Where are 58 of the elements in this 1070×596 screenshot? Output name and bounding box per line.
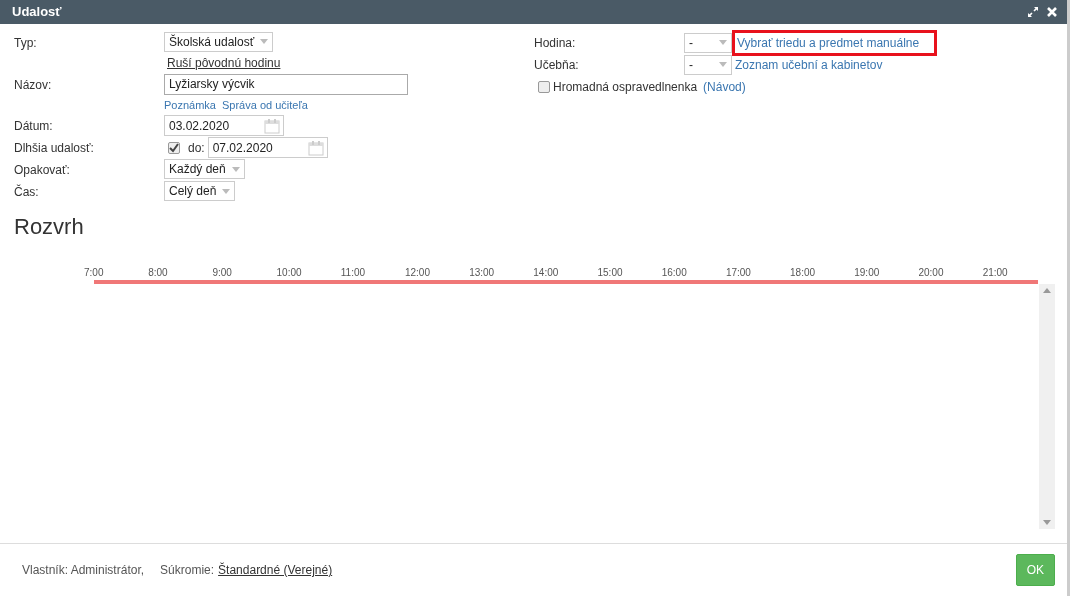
hour-label: 14:00 (533, 266, 560, 281)
underlined-link[interactable]: Ruší pôvodnú hodinu (167, 53, 285, 72)
field-label: Hodina: (534, 34, 577, 52)
field-label: Dátum: (14, 118, 54, 136)
field-label: Opakovať: (14, 162, 71, 180)
caret-icon (222, 188, 231, 194)
close-icon[interactable] (1047, 6, 1057, 17)
hour-label: 13:00 (469, 266, 496, 281)
field-label: Dlhšia udalosť: (14, 140, 95, 158)
dropdown[interactable]: Školská udalosť (164, 31, 274, 52)
field-label: Názov: (14, 76, 53, 94)
hour-label: 19:00 (854, 266, 881, 281)
field-label: Typ: (14, 34, 38, 52)
help-link[interactable]: (Návod) (703, 77, 746, 96)
dropdown[interactable]: Každý deň (164, 159, 245, 180)
link[interactable]: Správa od učiteľa (222, 96, 308, 114)
expand-icon[interactable] (1028, 6, 1038, 17)
scrollbar[interactable] (1039, 284, 1055, 529)
hour-label: 10:00 (276, 266, 303, 281)
date-field[interactable]: 03.02.2020 (164, 115, 284, 137)
scroll-up-icon[interactable] (1043, 288, 1051, 294)
field-label: Súkromie: (160, 562, 215, 579)
caret-icon (719, 40, 727, 46)
owner-text: Vlastník: Administrátor, (22, 562, 145, 579)
field-label: Čas: (14, 183, 40, 202)
dropdown[interactable]: Celý deň (164, 181, 236, 202)
hour-label: 16:00 (661, 266, 688, 281)
field-label: do: (188, 139, 205, 157)
caret-icon (260, 39, 269, 45)
hour-label: 12:00 (404, 266, 431, 281)
scroll-down-icon[interactable] (1043, 520, 1051, 525)
text-field[interactable]: Lyžiarsky výcvik (164, 73, 408, 95)
underlined-link[interactable]: Štandardné (Verejné) (218, 561, 336, 579)
date-field[interactable]: 07.02.2020 (207, 137, 328, 159)
link[interactable]: Zoznam učební a kabinetov (735, 55, 883, 74)
section-heading: Rozvrh (13, 213, 85, 242)
dropdown[interactable]: - (684, 54, 732, 75)
hour-label: 18:00 (790, 266, 817, 281)
hour-label: 15:00 (597, 266, 624, 281)
window-title: Udalosť (12, 3, 63, 22)
calendar-icon[interactable] (264, 117, 280, 134)
link[interactable]: Poznámka (164, 96, 216, 114)
hour-label: 9:00 (212, 266, 233, 281)
caret-icon (719, 62, 727, 68)
checkbox-label: Hromadná ospravedlnenka (553, 78, 698, 96)
hour-label: 7:00 (84, 266, 105, 281)
hour-label: 8:00 (148, 266, 169, 281)
hour-label: 17:00 (725, 266, 752, 281)
field-label: Učebňa: (534, 56, 580, 74)
hour-label: 20:00 (918, 266, 945, 281)
dropdown[interactable]: - (684, 32, 732, 53)
link[interactable]: Vybrať triedu a predmet manuálne (735, 32, 935, 53)
checkbox[interactable] (538, 80, 550, 93)
caret-icon (231, 166, 240, 172)
hour-label: 11:00 (340, 266, 367, 281)
checkbox[interactable] (168, 141, 180, 154)
hour-label: 21:00 (982, 266, 1009, 281)
calendar-icon[interactable] (307, 139, 324, 156)
